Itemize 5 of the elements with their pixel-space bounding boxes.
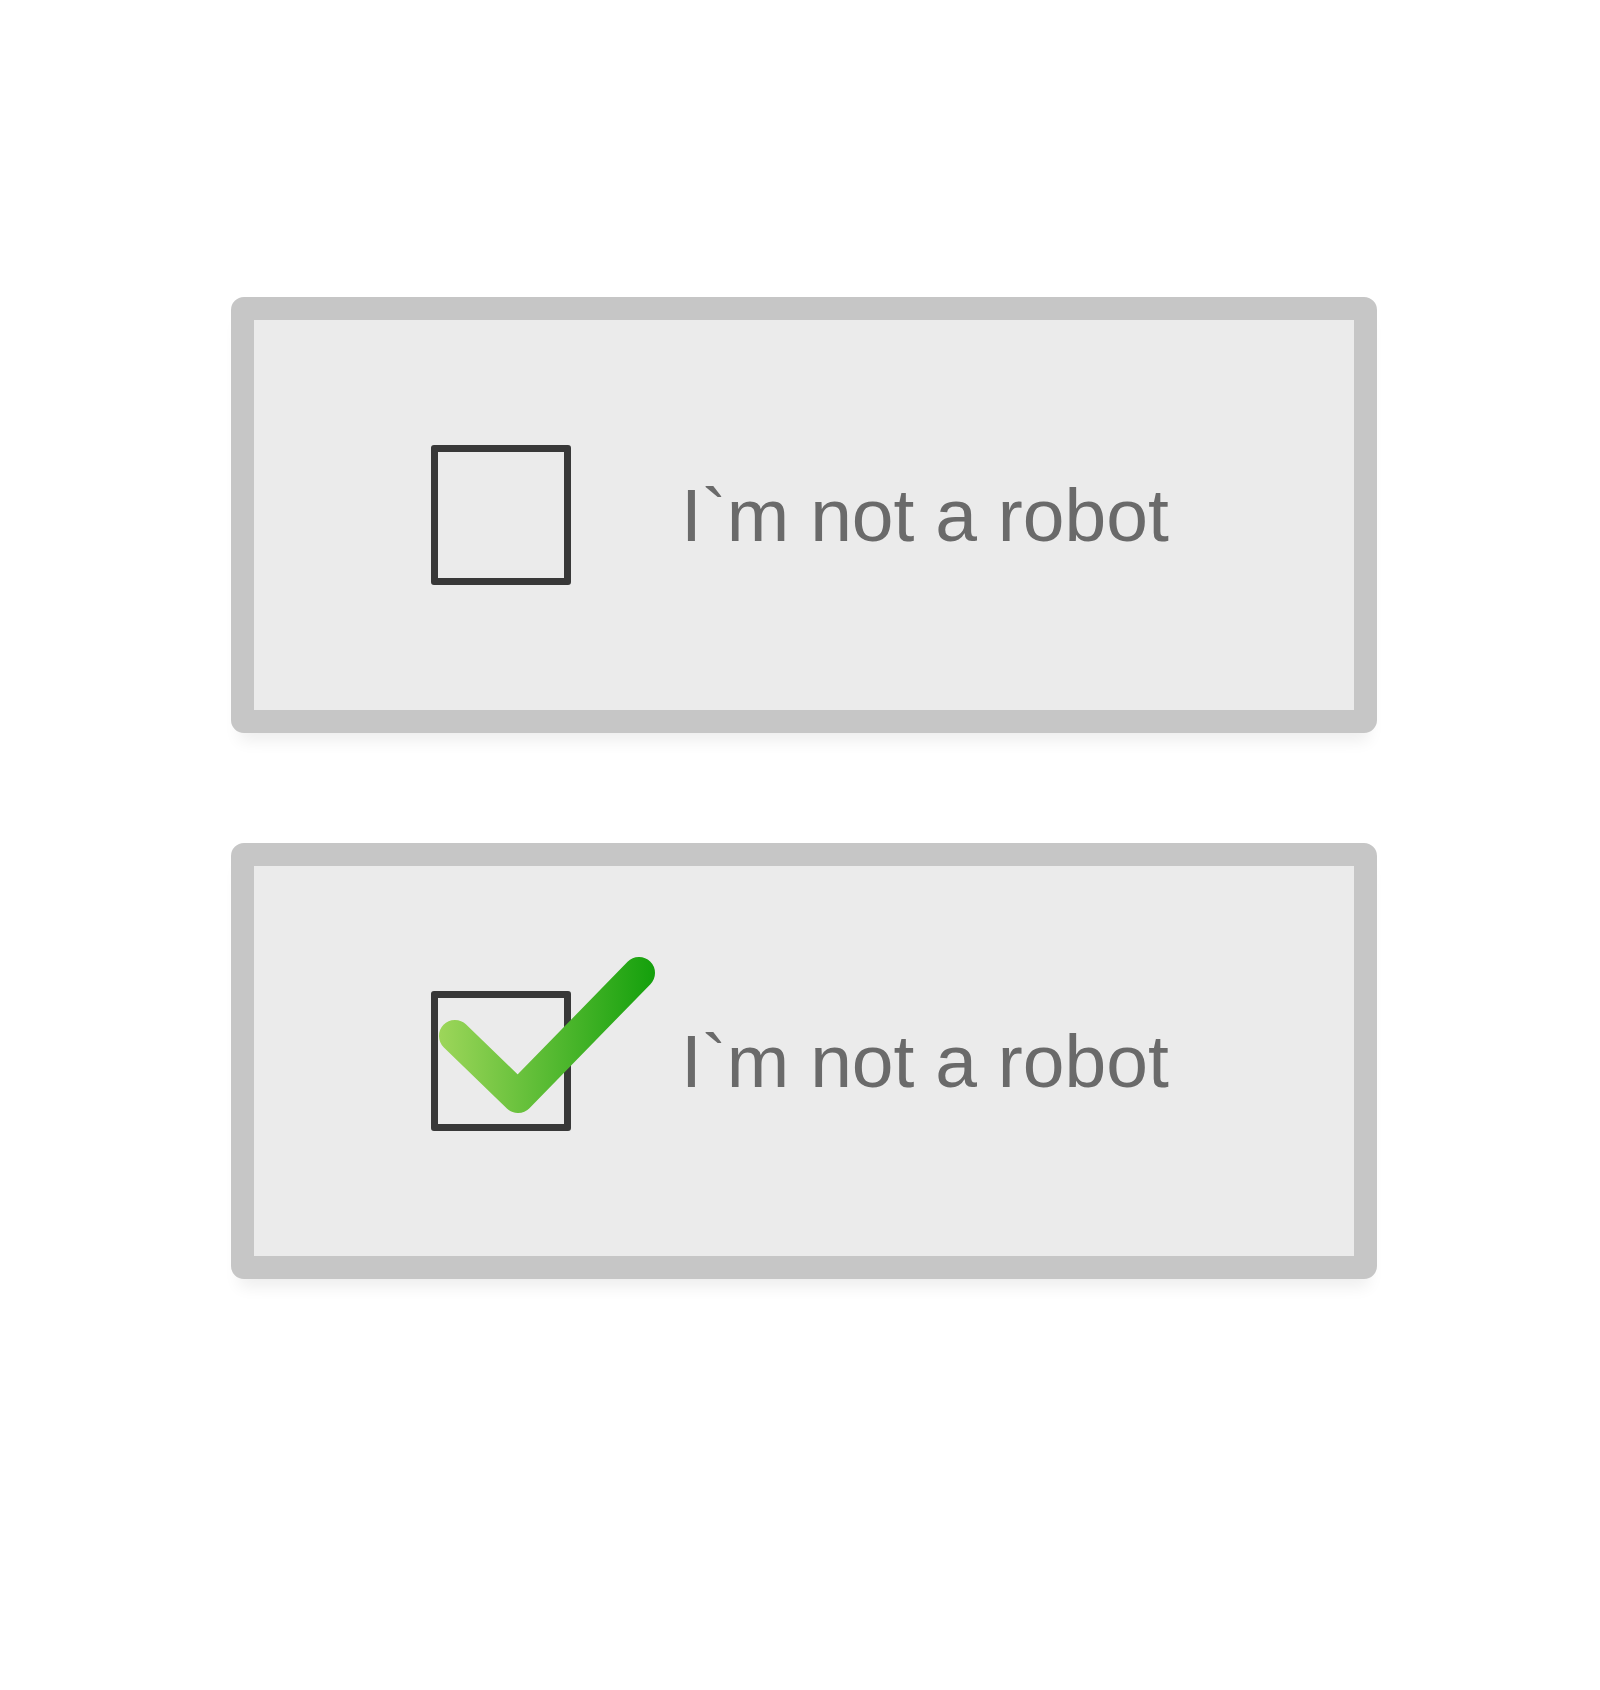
checkbox-label: I`m not a robot bbox=[681, 1017, 1169, 1105]
checkbox[interactable] bbox=[431, 991, 571, 1131]
checkbox-label: I`m not a robot bbox=[681, 471, 1169, 559]
checkbox[interactable] bbox=[431, 445, 571, 585]
checkmark-icon bbox=[439, 957, 655, 1113]
